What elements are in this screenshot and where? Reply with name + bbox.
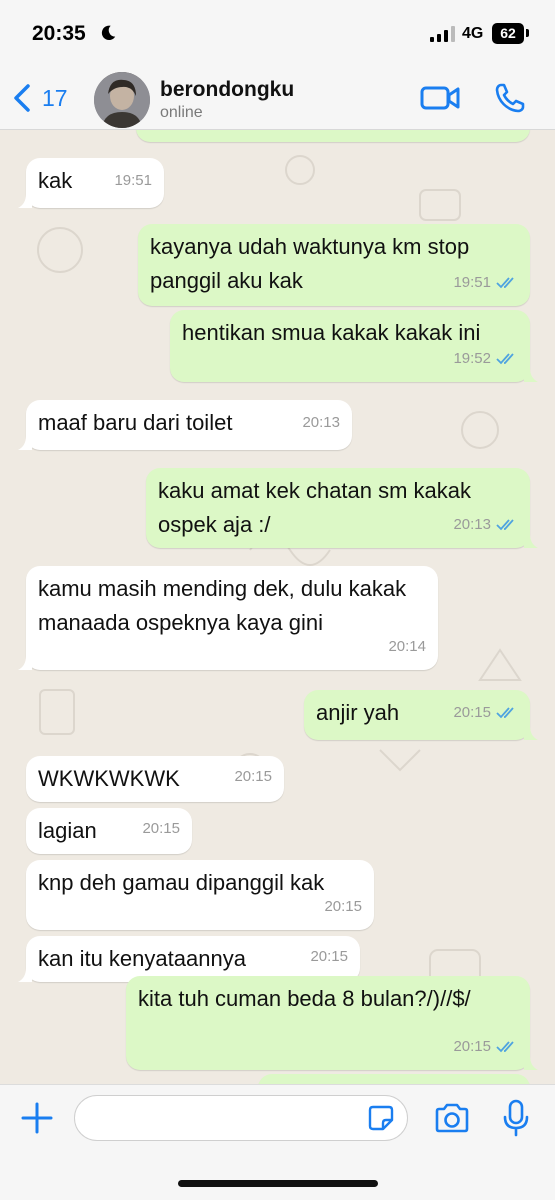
message-bubble-outgoing[interactable]: kaku amat kek chatan sm kakak ospek aja … [146, 468, 538, 548]
chat-area[interactable]: kak 19:51 kayanya udah waktunya km stop … [0, 130, 555, 1084]
avatar-photo [94, 72, 150, 128]
bubble-tail [18, 968, 32, 982]
message-time: 20:14 [388, 638, 426, 655]
message-bubble-incoming[interactable]: knp deh gamau dipanggil kak 20:15 [26, 860, 374, 930]
message-time: 20:15 [234, 768, 272, 785]
network-type: 4G [462, 25, 484, 42]
message-time: 19:51 [114, 172, 152, 189]
message-text: lagian [38, 818, 97, 843]
status-time: 20:35 [32, 22, 86, 45]
message-time: 19:51 [453, 274, 491, 291]
battery-cap [526, 29, 529, 37]
chevron-left-icon [14, 84, 30, 112]
message-text: kaku amat kek chatan sm kakak ospek aja … [158, 478, 472, 537]
status-bar: 20:35 4G 62 [0, 0, 555, 68]
home-indicator[interactable] [178, 1180, 378, 1187]
read-ticks-icon [496, 277, 514, 289]
message-time: 20:15 [324, 898, 362, 915]
contact-name[interactable]: berondongku [160, 78, 294, 102]
microphone-icon[interactable] [502, 1099, 530, 1137]
read-ticks-icon [496, 1041, 514, 1053]
message-time: 20:13 [453, 516, 491, 533]
read-ticks-icon [496, 707, 514, 719]
message-bubble-outgoing[interactable]: kita tuh cuman beda 8 bulan?/)//$/ 20:15 [126, 976, 538, 1070]
bubble-tail [18, 194, 32, 208]
battery-icon: 62 [492, 23, 524, 44]
message-text: anjir yah [316, 700, 400, 725]
read-ticks-icon [496, 519, 514, 531]
message-text: kita tuh cuman beda 8 bulan?/)//$/ [138, 986, 471, 1011]
message-bubble-incoming[interactable]: kamu masih mending dek, dulu kakak manaa… [18, 566, 438, 670]
message-text: kamu masih mending dek, dulu kakak manaa… [38, 576, 407, 635]
message-time: 20:15 [142, 820, 180, 837]
message-text: kan itu kenyataannya [38, 946, 246, 971]
message-time: 19:52 [453, 350, 491, 367]
message-bubble-incoming[interactable]: lagian 20:15 [26, 808, 192, 854]
message-text: maaf baru dari toilet [38, 410, 233, 435]
message-text: WKWKWKWK [38, 766, 180, 791]
signal-icon [430, 26, 455, 42]
message-bubble-incoming[interactable]: kak 19:51 [18, 158, 164, 208]
bubble-tail [524, 1056, 538, 1070]
message-bubble-outgoing[interactable]: kayanya udah waktunya km stop panggil ak… [138, 224, 530, 306]
phone-icon[interactable] [494, 82, 526, 114]
message-text: knp deh gamau dipanggil kak [38, 870, 325, 895]
bubble-tail [524, 534, 538, 548]
message-text: kak [38, 168, 73, 193]
unread-count: 17 [42, 84, 68, 111]
moon-icon [101, 25, 116, 41]
bubble-tail [18, 436, 32, 450]
message-bubble-partial [136, 130, 530, 142]
plus-icon[interactable] [20, 1101, 54, 1135]
bubble-tail [524, 726, 538, 740]
message-input[interactable] [74, 1095, 408, 1141]
message-text: kayanya udah waktunya km stop panggil ak… [150, 234, 470, 293]
message-bubble-outgoing[interactable]: anjir yah 20:15 [304, 690, 538, 740]
message-bubble-incoming[interactable]: maaf baru dari toilet 20:13 [18, 400, 352, 450]
sticker-icon[interactable] [368, 1105, 394, 1131]
camera-icon[interactable] [434, 1103, 470, 1133]
avatar[interactable] [94, 72, 150, 128]
chat-header: 17 berondongku online [0, 68, 555, 130]
message-text: hentikan smua kakak kakak ini [182, 320, 481, 345]
video-call-icon[interactable] [420, 84, 460, 112]
back-button[interactable]: 17 [12, 80, 68, 116]
message-bubble-outgoing[interactable]: hentikan smua kakak kakak ini 19:52 [170, 310, 538, 382]
message-time: 20:15 [310, 948, 348, 965]
message-bubble-partial [258, 1074, 530, 1084]
bubble-tail [524, 368, 538, 382]
message-time: 20:15 [453, 1038, 491, 1055]
message-time: 20:13 [302, 414, 340, 431]
read-ticks-icon [496, 353, 514, 365]
message-bubble-incoming[interactable]: WKWKWKWK 20:15 [26, 756, 284, 802]
contact-status: online [160, 104, 203, 121]
bubble-tail [18, 656, 32, 670]
message-time: 20:15 [453, 704, 491, 721]
